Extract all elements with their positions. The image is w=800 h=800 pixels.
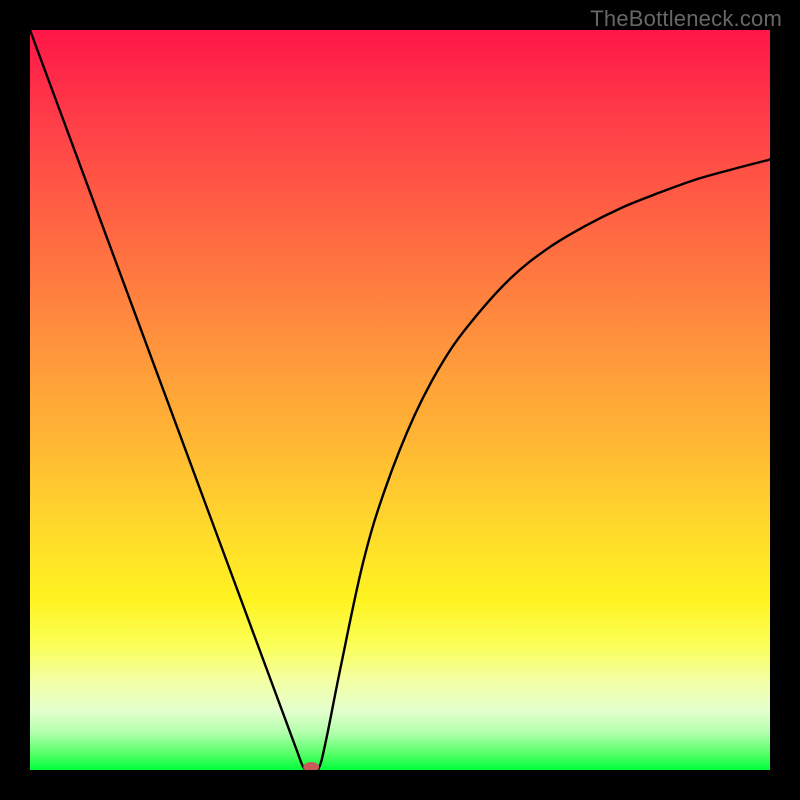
chart-frame: TheBottleneck.com [0,0,800,800]
plot-area [30,30,770,770]
minimum-marker [303,762,319,770]
watermark-text: TheBottleneck.com [590,6,782,32]
curve-layer [30,30,770,770]
bottleneck-curve [30,30,770,770]
